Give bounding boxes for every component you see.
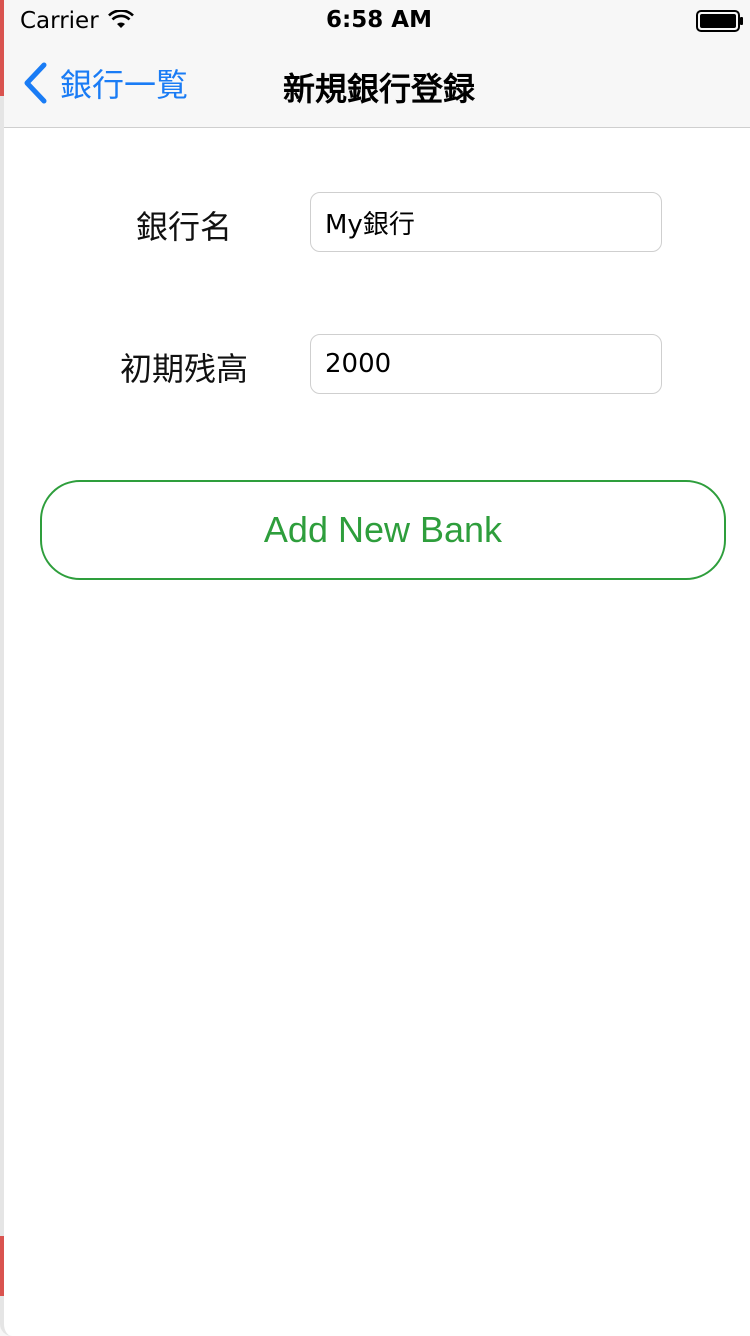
bank-name-label: 銀行名: [135, 208, 232, 246]
clock: 6:58 AM: [326, 7, 432, 33]
add-new-bank-button[interactable]: Add New Bank: [40, 480, 726, 580]
status-bar: Carrier 6:58 AM: [4, 0, 750, 42]
page-title: 新規銀行登録: [282, 70, 475, 108]
screen: Carrier 6:58 AM 銀行一覧 新規銀行登録 銀行名 初期残高 Add…: [0, 0, 750, 1336]
initial-balance-input[interactable]: [310, 334, 662, 394]
navigation-bar: 銀行一覧 新規銀行登録: [4, 42, 750, 128]
background-window-edge: [0, 0, 4, 96]
background-window-edge: [0, 1236, 4, 1296]
battery-icon: [696, 10, 743, 32]
bank-name-input[interactable]: [310, 192, 662, 252]
initial-balance-label: 初期残高: [119, 350, 248, 388]
